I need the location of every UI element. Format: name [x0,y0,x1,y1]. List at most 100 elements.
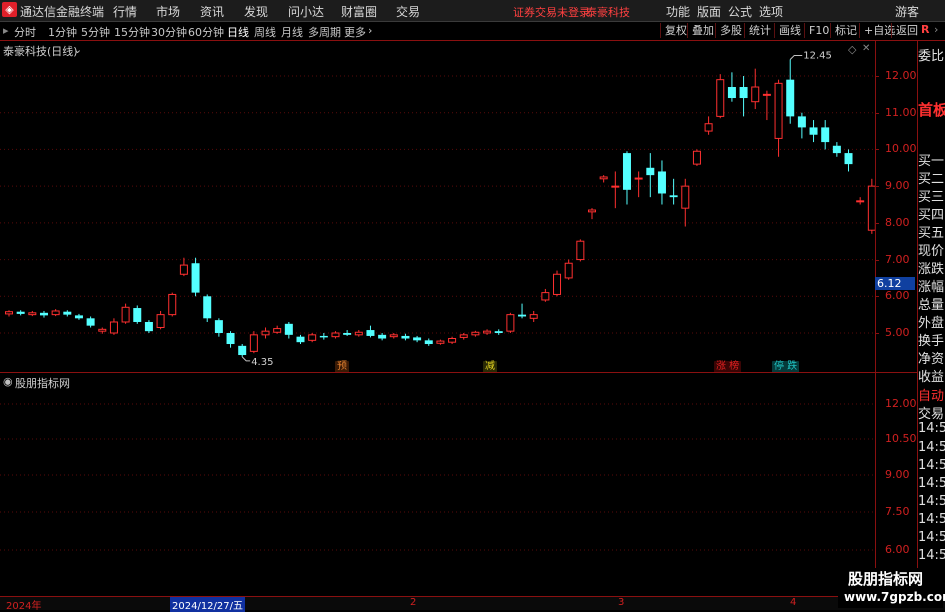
period-15min[interactable]: 15分钟 [114,24,150,40]
date-axis-bar: 2024年 2024/12/27/五 2 3 4 [0,596,945,612]
side-panel-label: 买二 [918,172,945,187]
side-chevron-icon[interactable]: › [934,23,938,36]
yaxis-tick-label: 11.00 [885,105,917,119]
tool-fanhui[interactable]: 返回 [891,23,922,38]
main-kline-chart[interactable]: 12.45 4.35 [0,41,911,372]
trade-login-status[interactable]: 证券交易未登录 [513,4,590,20]
menu-item-hangqing[interactable]: 行情 [113,3,137,20]
candle-body-up [28,312,37,316]
side-panel-label: 涨幅 [918,280,945,295]
kline-svg: 12.45 4.35 [0,50,911,368]
period-5min[interactable]: 5分钟 [81,24,110,40]
candle [797,112,806,139]
candle [284,321,293,339]
yaxis-tick-label: 12.00 [885,69,917,82]
more-chevron-icon[interactable]: › [368,24,372,37]
menu-item-gongshi[interactable]: 公式 [728,3,752,20]
side-panel-label: 14:56 [918,421,945,436]
sub-indicator-chart[interactable] [0,374,875,596]
period-weekly[interactable]: 周线 [254,24,276,40]
period-1min[interactable]: 1分钟 [48,24,77,40]
menu-item-shichang[interactable]: 市场 [156,3,180,20]
menu-item-caifuquan[interactable]: 财富圈 [341,3,377,20]
sub-chart-svg [0,403,875,551]
candle-body-down [16,311,25,314]
candle-body-down [786,79,795,117]
candle-body-up [98,328,107,332]
candle [296,334,305,345]
sub-settings-icon[interactable]: ◉ [3,375,13,388]
candle [436,339,445,345]
candle-body-up [436,340,445,344]
date-label-2024: 2024年 [6,601,42,612]
candle-body-up [261,330,270,336]
side-toggle-r[interactable]: R [921,23,929,36]
candle [331,331,340,339]
tool-huaxian[interactable]: 画线 [774,23,805,38]
candle [214,318,223,337]
pane-separator[interactable] [0,372,918,373]
chart-diamond-icon[interactable]: ◇ [848,43,856,56]
candle [238,344,247,357]
candle-body-up [599,176,608,180]
yaxis-tick-label: 7.00 [885,252,910,266]
side-panel-label: 14:56 [918,476,945,491]
current-stock-name: 泰豪科技 [586,6,630,19]
menu-item-faxian[interactable]: 发现 [244,3,268,20]
candle-body-up [109,321,118,334]
candle-body-up [716,79,725,117]
tool-biaoji[interactable]: 标记 [830,23,861,38]
candle [168,292,177,317]
menu-item-banmian[interactable]: 版面 [697,3,721,20]
period-fenshi[interactable]: 分时 [14,24,36,40]
period-monthly[interactable]: 月线 [281,24,303,40]
yaxis-tick [875,222,879,224]
candle [413,335,422,343]
candle [354,330,363,337]
user-guest[interactable]: 游客 [895,3,919,20]
candle [308,333,317,343]
candle [704,116,713,135]
side-panel-label: 14:56 [918,530,945,545]
period-30min[interactable]: 30分钟 [151,24,187,40]
candle [494,329,503,335]
menu-item-gongneng[interactable]: 功能 [666,3,690,20]
sub-yaxis-tick-label: 10.50 [885,432,917,445]
candle [821,120,830,150]
candle [273,325,282,334]
date-cursor-label: 2024/12/27/五 [170,597,246,612]
candle-body-up [168,293,177,316]
candle [588,208,596,220]
candle-body-down [646,167,655,176]
high-pointer [789,54,803,60]
yaxis-tick-label: 9.00 [885,179,910,193]
candle [471,330,480,337]
tool-f10[interactable]: F10 [804,23,833,38]
candle [5,310,13,317]
candle-body-up [459,334,468,338]
candle-body-down [518,314,527,317]
period-multi[interactable]: 多周期 [308,24,341,40]
chart-close-icon[interactable]: ✕ [862,43,870,54]
tool-diejia[interactable]: 叠加 [687,23,718,38]
candle [553,270,562,297]
side-panel-label: 交易 [918,407,945,422]
menu-item-zixun[interactable]: 资讯 [200,3,224,20]
tool-tongji[interactable]: 统计 [744,23,775,38]
menu-item-wenxiaoda[interactable]: 问小达 [288,3,324,20]
candle [576,239,585,262]
menu-item-xuanxiang[interactable]: 选项 [759,3,783,20]
period-toolbar: ▸ 分时 1分钟 5分钟 15分钟 30分钟 60分钟 日线 周线 月线 多周期… [0,22,945,41]
candle [389,333,398,339]
tool-duogu[interactable]: 多股 [715,23,746,38]
period-daily[interactable]: 日线 [227,24,249,40]
collapse-icon[interactable]: ▸ [3,24,9,37]
chart-title-dropdown-icon[interactable]: ⌄ [73,43,82,56]
candle-body-down [214,320,223,333]
period-more[interactable]: 更多 [344,24,366,40]
sub-yaxis-tick-label: 7.50 [885,505,910,518]
candle [28,310,37,317]
menu-item-jiaoyi[interactable]: 交易 [396,3,420,20]
period-60min[interactable]: 60分钟 [188,24,224,40]
candle-body-up [483,330,492,334]
